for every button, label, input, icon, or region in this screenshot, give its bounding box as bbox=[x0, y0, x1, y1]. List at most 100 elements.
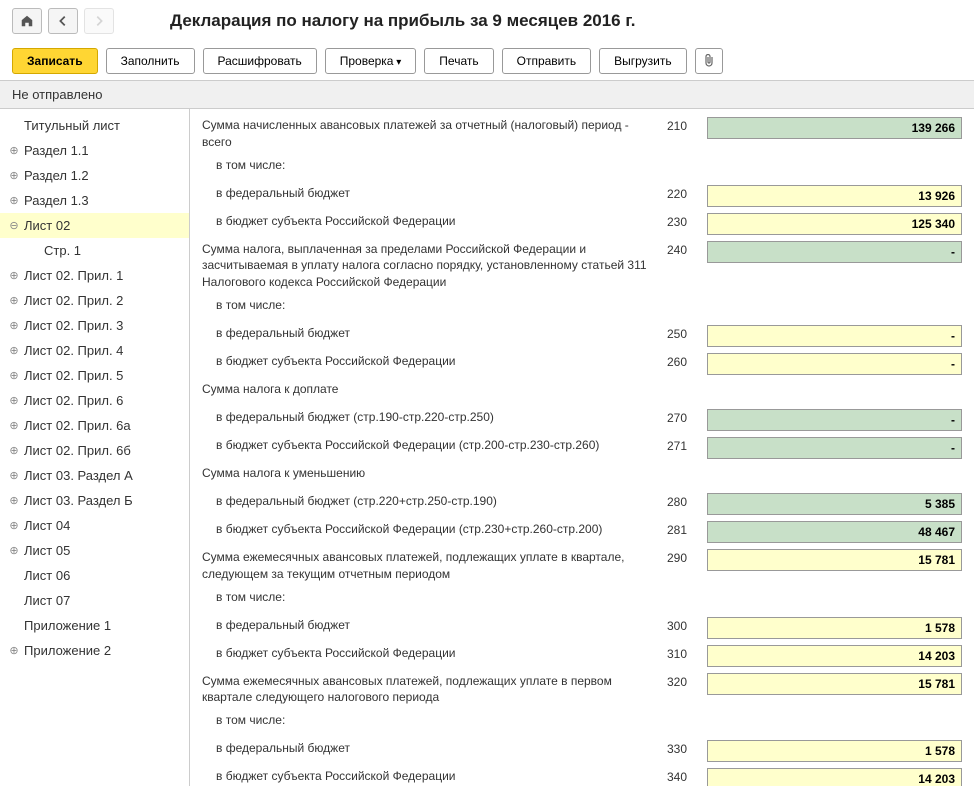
sidebar-item[interactable]: Раздел 1.1 bbox=[0, 138, 189, 163]
row-label: в том числе: bbox=[202, 589, 667, 606]
row-label: Сумма начисленных авансовых платежей за … bbox=[202, 117, 667, 151]
expand-icon[interactable] bbox=[8, 470, 20, 482]
value-field[interactable] bbox=[707, 437, 962, 459]
expand-icon[interactable] bbox=[8, 445, 20, 457]
row-label: в бюджет субъекта Российской Федерации bbox=[202, 645, 667, 662]
sidebar-item[interactable]: Лист 04 bbox=[0, 513, 189, 538]
expand-icon[interactable] bbox=[8, 645, 20, 657]
expand-icon[interactable] bbox=[8, 370, 20, 382]
sidebar-item[interactable]: Лист 05 bbox=[0, 538, 189, 563]
print-button[interactable]: Печать bbox=[424, 48, 493, 74]
sidebar-item[interactable]: Лист 03. Раздел А bbox=[0, 463, 189, 488]
row-label: в федеральный бюджет bbox=[202, 740, 667, 757]
sidebar-item-label: Стр. 1 bbox=[44, 243, 81, 258]
row-code: 280 bbox=[667, 493, 707, 509]
row-label: в бюджет субъекта Российской Федерации bbox=[202, 213, 667, 230]
value-field[interactable] bbox=[707, 241, 962, 263]
expand-icon[interactable] bbox=[8, 295, 20, 307]
check-button[interactable]: Проверка bbox=[325, 48, 417, 74]
back-button[interactable] bbox=[48, 8, 78, 34]
sidebar-item[interactable]: Лист 02. Прил. 6б bbox=[0, 438, 189, 463]
sidebar-item-label: Титульный лист bbox=[24, 118, 120, 133]
row-value-cell bbox=[707, 353, 962, 375]
row-code: 340 bbox=[667, 768, 707, 784]
expand-icon[interactable] bbox=[8, 520, 20, 532]
sidebar-item[interactable]: Лист 02. Прил. 2 bbox=[0, 288, 189, 313]
expand-icon[interactable] bbox=[8, 420, 20, 432]
sidebar-item[interactable]: Лист 02. Прил. 3 bbox=[0, 313, 189, 338]
sidebar-item[interactable]: Лист 02. Прил. 6 bbox=[0, 388, 189, 413]
sidebar-item-label: Лист 02 bbox=[24, 218, 70, 233]
sidebar-item[interactable]: Лист 06 bbox=[0, 563, 189, 588]
value-field[interactable] bbox=[707, 673, 962, 695]
forward-button[interactable] bbox=[84, 8, 114, 34]
value-field[interactable] bbox=[707, 213, 962, 235]
value-field[interactable] bbox=[707, 409, 962, 431]
sidebar-item[interactable]: Раздел 1.3 bbox=[0, 188, 189, 213]
sidebar-item[interactable]: Приложение 2 bbox=[0, 638, 189, 663]
expand-icon[interactable] bbox=[8, 170, 20, 182]
row-code: 230 bbox=[667, 213, 707, 229]
form-row: Сумма налога к уменьшению bbox=[202, 465, 962, 487]
value-field[interactable] bbox=[707, 117, 962, 139]
expand-icon[interactable] bbox=[8, 345, 20, 357]
form-row: в федеральный бюджет250 bbox=[202, 325, 962, 347]
row-code: 220 bbox=[667, 185, 707, 201]
value-field[interactable] bbox=[707, 549, 962, 571]
sidebar-item[interactable]: Стр. 1 bbox=[0, 238, 189, 263]
expand-icon[interactable] bbox=[8, 195, 20, 207]
sidebar-item-label: Раздел 1.3 bbox=[24, 193, 89, 208]
expand-icon[interactable] bbox=[8, 145, 20, 157]
value-field[interactable] bbox=[707, 325, 962, 347]
row-label: в том числе: bbox=[202, 157, 667, 174]
decode-button[interactable]: Расшифровать bbox=[203, 48, 317, 74]
row-value-cell bbox=[707, 409, 962, 431]
form-row: в федеральный бюджет300 bbox=[202, 617, 962, 639]
save-button[interactable]: Записать bbox=[12, 48, 98, 74]
expand-icon[interactable] bbox=[8, 270, 20, 282]
row-label: в бюджет субъекта Российской Федерации (… bbox=[202, 437, 667, 454]
attachment-button[interactable] bbox=[695, 48, 723, 74]
value-field[interactable] bbox=[707, 617, 962, 639]
sidebar-item[interactable]: Лист 02. Прил. 6а bbox=[0, 413, 189, 438]
send-button[interactable]: Отправить bbox=[502, 48, 592, 74]
row-code: 290 bbox=[667, 549, 707, 565]
row-code: 281 bbox=[667, 521, 707, 537]
form-row: в федеральный бюджет (стр.220+стр.250-ст… bbox=[202, 493, 962, 515]
sidebar-item-label: Лист 02. Прил. 4 bbox=[24, 343, 123, 358]
form-row: Сумма ежемесячных авансовых платежей, по… bbox=[202, 549, 962, 583]
sidebar-item[interactable]: Лист 02. Прил. 1 bbox=[0, 263, 189, 288]
sidebar-item[interactable]: Лист 07 bbox=[0, 588, 189, 613]
sidebar-item[interactable]: Приложение 1 bbox=[0, 613, 189, 638]
row-code bbox=[667, 381, 707, 383]
sidebar-item-label: Лист 02. Прил. 6б bbox=[24, 443, 131, 458]
sidebar-item[interactable]: Лист 02. Прил. 4 bbox=[0, 338, 189, 363]
value-field[interactable] bbox=[707, 521, 962, 543]
sidebar-item-label: Приложение 1 bbox=[24, 618, 111, 633]
sidebar-item[interactable]: Титульный лист bbox=[0, 113, 189, 138]
value-field[interactable] bbox=[707, 185, 962, 207]
collapse-icon[interactable] bbox=[8, 220, 20, 232]
value-field[interactable] bbox=[707, 645, 962, 667]
row-code bbox=[667, 712, 707, 714]
value-field[interactable] bbox=[707, 353, 962, 375]
value-field[interactable] bbox=[707, 493, 962, 515]
sidebar-item[interactable]: Лист 03. Раздел Б bbox=[0, 488, 189, 513]
expand-icon[interactable] bbox=[8, 495, 20, 507]
sidebar-item[interactable]: Лист 02 bbox=[0, 213, 189, 238]
sidebar-item[interactable]: Лист 02. Прил. 5 bbox=[0, 363, 189, 388]
row-label: в том числе: bbox=[202, 712, 667, 729]
expand-icon[interactable] bbox=[8, 395, 20, 407]
row-code: 300 bbox=[667, 617, 707, 633]
expand-icon[interactable] bbox=[8, 320, 20, 332]
home-button[interactable] bbox=[12, 8, 42, 34]
value-field[interactable] bbox=[707, 740, 962, 762]
expand-icon[interactable] bbox=[8, 545, 20, 557]
sidebar-item[interactable]: Раздел 1.2 bbox=[0, 163, 189, 188]
row-code: 260 bbox=[667, 353, 707, 369]
row-label: в федеральный бюджет (стр.190-стр.220-ст… bbox=[202, 409, 667, 426]
export-button[interactable]: Выгрузить bbox=[599, 48, 687, 74]
row-value-cell bbox=[707, 521, 962, 543]
value-field[interactable] bbox=[707, 768, 962, 786]
fill-button[interactable]: Заполнить bbox=[106, 48, 195, 74]
